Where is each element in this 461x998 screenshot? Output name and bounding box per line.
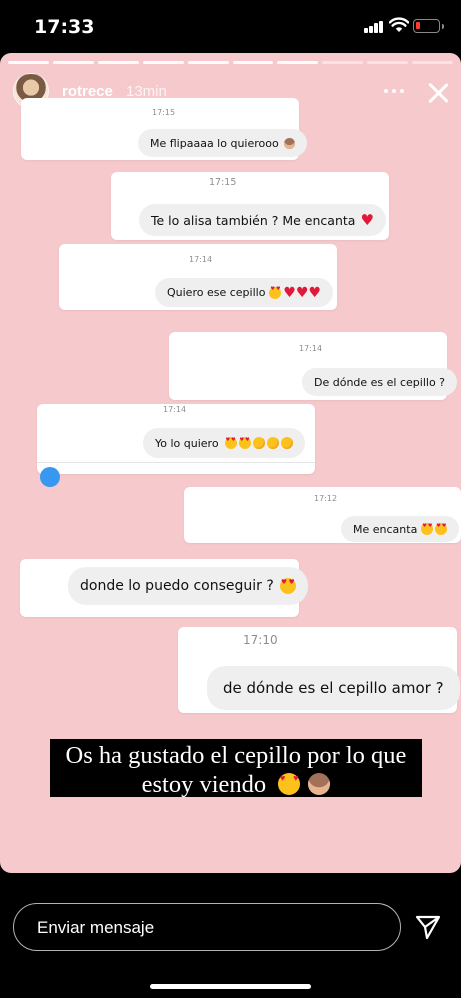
message-timestamp: 17:12 [314, 494, 338, 503]
dm-screenshot-card: 17:15 Te lo alisa también ? Me encanta ♥ [111, 172, 389, 240]
story-progress [8, 61, 454, 64]
send-message-placeholder: Enviar mensaje [37, 918, 155, 937]
story-progress-segment [97, 61, 139, 64]
message-text: Me flipaaaa lo quierooo [150, 136, 279, 150]
caption-text: Os ha gustado el cepillo por lo que esto… [65, 742, 407, 798]
home-indicator [150, 984, 311, 989]
message-text: Quiero ese cepillo [167, 286, 266, 299]
story-progress-segment [187, 61, 229, 64]
cellular-signal-icon [364, 20, 384, 33]
heart-eyes-emoji-icon [224, 437, 237, 449]
dm-screenshot-card: 17:10 de dónde es el cepillo amor ? [178, 627, 460, 713]
cropped-input-edge [37, 462, 315, 487]
message-timestamp: 17:14 [163, 405, 187, 414]
heart-eyes-emoji-icon [238, 437, 251, 449]
story-progress-segment [232, 61, 274, 64]
story-progress-segment [412, 61, 454, 64]
message-text: Yo lo quiero [155, 436, 219, 450]
status-time: 17:33 [34, 16, 95, 38]
message-text: de dónde es el cepillo amor ? [223, 679, 444, 697]
drooling-emoji-icon [252, 437, 265, 449]
heart-eyes-emoji-icon [269, 286, 282, 299]
message-bubble: Me encanta [341, 516, 460, 542]
status-bar: 17:33 [0, 0, 461, 54]
story-progress-segment [52, 61, 94, 64]
message-text: Te lo alisa también ? Me encanta [151, 212, 356, 228]
message-bubble: Quiero ese cepillo ♥ ♥ ♥ [155, 278, 334, 307]
story-progress-segment [8, 61, 49, 64]
close-icon[interactable] [425, 80, 451, 106]
heart-emoji-icon: ♥♥♥ [283, 284, 322, 301]
message-bubble: Yo lo quiero [143, 428, 305, 458]
more-options-icon[interactable] [383, 83, 405, 99]
heart-eyes-emoji-icon [278, 772, 301, 795]
heart-eyes-emoji-icon [279, 578, 296, 594]
message-text: Me encanta [353, 522, 418, 536]
story-progress-segment [367, 61, 409, 64]
message-timestamp: 17:15 [209, 177, 237, 188]
message-bubble: Te lo alisa también ? Me encanta ♥ [139, 204, 386, 236]
message-timestamp: 17:15 [152, 108, 176, 117]
monkey-emoji-icon [283, 137, 295, 149]
message-timestamp: 17:10 [243, 633, 278, 647]
story-progress-segment [142, 61, 184, 64]
send-message-input[interactable]: Enviar mensaje [13, 903, 401, 951]
message-text: De dónde es el cepillo ? [314, 375, 446, 389]
message-timestamp: 17:14 [189, 255, 213, 264]
dm-screenshot-card: 17:14 Yo lo quiero [37, 404, 315, 487]
story-caption: Os ha gustado el cepillo por lo que esto… [50, 739, 422, 798]
message-bubble: Me flipaaaa lo quierooo [138, 129, 307, 157]
message-text: donde lo puedo conseguir ? [80, 578, 274, 594]
message-bubble: donde lo puedo conseguir ? [68, 567, 308, 605]
story-progress-segment [277, 61, 319, 64]
heart-eyes-emoji-icon [421, 523, 434, 535]
story-progress-segment [322, 61, 364, 64]
dm-screenshot-card: donde lo puedo conseguir ? [20, 559, 308, 617]
heart-emoji-icon: ♥ [360, 211, 374, 229]
story-viewer[interactable]: rotrece 13min 17:15 Me flipaaaa lo quier… [0, 53, 461, 873]
drooling-emoji-icon [280, 437, 293, 449]
reply-bar: Enviar mensaje [0, 873, 461, 998]
wifi-icon [389, 17, 409, 32]
dm-screenshot-card: 17:14 De dónde es el cepillo ? [169, 332, 458, 400]
dm-screenshot-card: 17:12 Me encanta [184, 487, 461, 543]
heart-eyes-emoji-icon [435, 523, 448, 535]
dm-screenshot-card: 17:14 Quiero ese cepillo ♥ ♥ ♥ [59, 244, 337, 310]
send-icon[interactable] [414, 913, 442, 941]
message-timestamp: 17:14 [299, 344, 323, 353]
message-bubble: de dónde es el cepillo amor ? [207, 666, 460, 710]
battery-icon [413, 19, 444, 33]
dm-screenshot-card: 17:15 Me flipaaaa lo quierooo [21, 98, 307, 160]
message-bubble: De dónde es el cepillo ? [302, 368, 458, 396]
monkey-emoji-icon [308, 772, 331, 795]
drooling-emoji-icon [266, 437, 279, 449]
